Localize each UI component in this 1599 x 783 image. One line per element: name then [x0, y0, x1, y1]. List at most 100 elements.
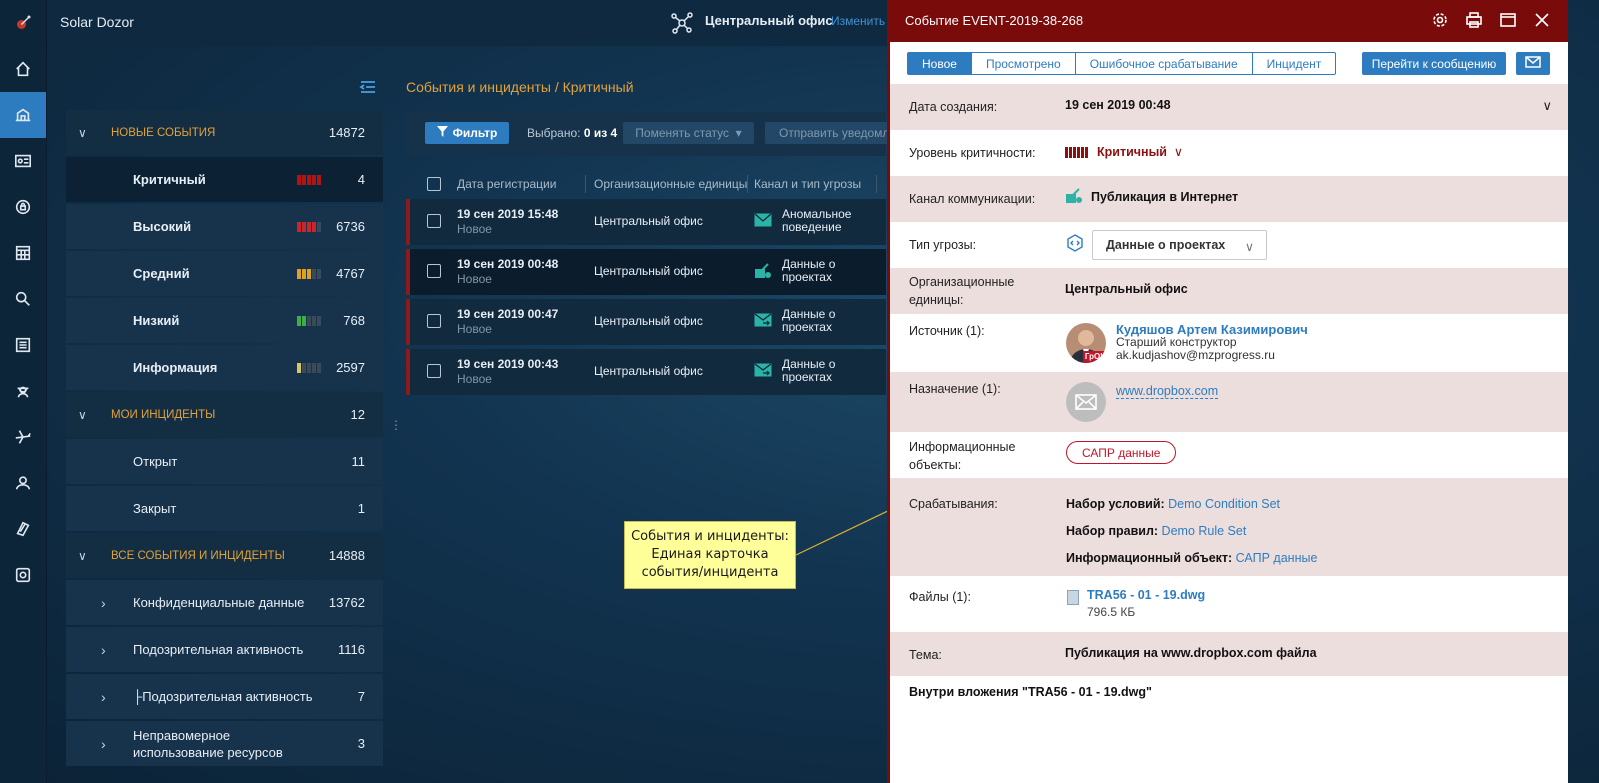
panel-header: Событие EVENT-2019-38-268 [890, 0, 1568, 42]
rule-set: Набор правил: Demo Rule Set [1066, 524, 1247, 538]
list-icon[interactable] [0, 322, 46, 368]
file-size: 796.5 КБ [1087, 605, 1136, 619]
tree-item-suspicious[interactable]: › Подозрительная активность 1116 [66, 627, 383, 672]
col-date[interactable]: Дата регистрации [457, 177, 556, 191]
condition-set: Набор условий: Demo Condition Set [1066, 497, 1281, 511]
users-icon[interactable] [0, 460, 46, 506]
table-row[interactable]: 19 сен 2019 00:48 Новое Центральный офис… [406, 249, 886, 295]
annotation-callout: События и инциденты: Единая карточка соб… [624, 521, 796, 589]
avatar[interactable]: ГрОК [1066, 323, 1106, 363]
tree-item-critical[interactable]: Критичный 4 [66, 157, 383, 202]
go-to-message-button[interactable]: Перейти к сообщению [1362, 52, 1506, 75]
security-icon[interactable] [0, 184, 46, 230]
select-all-checkbox[interactable] [427, 177, 441, 191]
col-org[interactable]: Организационные единицы [594, 177, 747, 191]
tree-item-low[interactable]: Низкий 768 [66, 298, 383, 343]
agent-icon[interactable] [0, 368, 46, 414]
chevron-down-icon[interactable]: ∨ [78, 408, 87, 422]
chevron-down-icon[interactable]: ∨ [78, 126, 87, 140]
maximize-icon[interactable] [1500, 12, 1516, 31]
info-object-tag[interactable]: САПР данные [1066, 441, 1177, 464]
selection-count: Выбрано: 0 из 4 [527, 126, 618, 140]
plane-icon[interactable] [0, 414, 46, 460]
breadcrumb: События и инциденты / Критичный [406, 79, 634, 95]
dashboard-icon[interactable] [0, 92, 46, 138]
tree-item-medium[interactable]: Средний 4767 [66, 251, 383, 296]
tree-item-misuse[interactable]: › Неправомерное использование ресурсов 3 [66, 721, 383, 766]
resize-handle-icon[interactable]: ⋮ [390, 418, 402, 432]
chevron-down-icon: ∨ [1244, 240, 1254, 254]
code-shield-icon [1066, 234, 1084, 255]
change-status-button[interactable]: Поменять статус ▾ [623, 122, 754, 144]
chevron-down-icon[interactable]: ∨ [1542, 98, 1552, 114]
network-icon [670, 11, 694, 38]
settings-icon[interactable] [0, 552, 46, 598]
table-row[interactable]: 19 сен 2019 00:47 Новое Центральный офис… [406, 299, 886, 345]
tree-item-open[interactable]: Открыт 11 [66, 439, 383, 484]
mail-icon [1525, 55, 1541, 72]
field-channel: Канал коммуникации: Публикация в Интерне… [890, 176, 1568, 222]
collapse-menu-icon[interactable] [359, 80, 377, 97]
category-tree: ∨ НОВЫЕ СОБЫТИЯ 14872 Критичный 4 Высоки… [66, 110, 383, 768]
chevron-right-icon[interactable]: › [101, 642, 106, 658]
send-mail-button[interactable] [1516, 52, 1550, 75]
chevron-down-icon[interactable]: ∨ [78, 549, 87, 563]
tree-item-info[interactable]: Информация 2597 [66, 345, 383, 390]
severity-bars [297, 268, 321, 279]
col-channel[interactable]: Канал и тип угрозы [754, 177, 861, 191]
search-icon[interactable] [0, 276, 46, 322]
destination-link[interactable]: www.dropbox.com [1116, 384, 1219, 399]
threat-type-select[interactable]: Данные о проектах ∨ [1092, 230, 1267, 260]
chevron-right-icon[interactable]: › [101, 595, 106, 611]
settings-icon[interactable] [1432, 12, 1448, 31]
row-checkbox[interactable] [427, 214, 441, 228]
id-card-icon[interactable] [0, 138, 46, 184]
field-subject: Тема: Публикация на www.dropbox.com файл… [890, 632, 1568, 676]
tab-false-positive[interactable]: Ошибочное срабатывание [1074, 52, 1253, 75]
web-publish-icon [754, 263, 772, 282]
mail-avatar-icon [1066, 382, 1106, 422]
tree-item-high[interactable]: Высокий 6736 [66, 204, 383, 249]
field-created: Дата создания: 19 сен 2019 00:48 [890, 84, 1568, 130]
table-row[interactable]: 19 сен 2019 15:48 Новое Центральный офис… [406, 199, 886, 245]
severity-bars [297, 174, 321, 185]
tree-section-new-events[interactable]: ∨ НОВЫЕ СОБЫТИЯ 14872 [66, 110, 383, 155]
tab-viewed[interactable]: Просмотрено [970, 52, 1076, 75]
condition-set-link[interactable]: Demo Condition Set [1168, 497, 1280, 511]
tab-incident[interactable]: Инцидент [1251, 52, 1337, 75]
table-row[interactable]: 19 сен 2019 00:43 Новое Центральный офис… [406, 349, 886, 395]
tree-item-closed[interactable]: Закрыт 1 [66, 486, 383, 531]
print-icon[interactable] [1466, 12, 1482, 31]
field-org: Организационные единицы: Центральный офи… [890, 268, 1568, 314]
tree-section-all[interactable]: ∨ ВСЕ СОБЫТИЯ И ИНЦИДЕНТЫ 14888 [66, 533, 383, 578]
chevron-right-icon[interactable]: › [101, 689, 106, 705]
web-publish-icon [1065, 188, 1083, 207]
rule-set-link[interactable]: Demo Rule Set [1162, 524, 1247, 538]
tree-item-suspicious-sub[interactable]: › ├Подозрительная активность 7 [66, 674, 383, 719]
info-object-link[interactable]: САПР данные [1236, 551, 1318, 565]
event-card-panel: Событие EVENT-2019-38-268 Новое Просмотр… [887, 0, 1568, 783]
field-destination: Назначение (1): www.dropbox.com [890, 372, 1568, 432]
tree-item-confidential[interactable]: › Конфиденциальные данные 13762 [66, 580, 383, 625]
nav-rail [0, 0, 47, 783]
tree-section-my-incidents[interactable]: ∨ МОИ ИНЦИДЕНТЫ 12 [66, 392, 383, 437]
close-icon[interactable] [1534, 12, 1550, 31]
calendar-icon[interactable] [0, 230, 46, 276]
home-icon[interactable] [0, 46, 46, 92]
archive-icon[interactable] [0, 506, 46, 552]
file-link[interactable]: TRA56 - 01 - 19.dwg [1087, 588, 1205, 602]
send-notification-button[interactable]: Отправить уведомление [765, 122, 895, 144]
row-checkbox[interactable] [427, 314, 441, 328]
row-checkbox[interactable] [427, 264, 441, 278]
chevron-right-icon[interactable]: › [101, 736, 106, 752]
row-checkbox[interactable] [427, 364, 441, 378]
filter-button[interactable]: Фильтр [425, 122, 509, 144]
tab-new[interactable]: Новое [907, 52, 972, 75]
chevron-down-icon: ∨ [1173, 145, 1184, 159]
current-office: Центральный офис [705, 13, 833, 28]
severity-bars [297, 315, 321, 326]
status-tabs: Новое Просмотрено Ошибочное срабатывание… [907, 52, 1337, 75]
app-logo[interactable] [0, 0, 46, 46]
severity-bars [297, 362, 321, 373]
severity-bars [1065, 147, 1088, 159]
